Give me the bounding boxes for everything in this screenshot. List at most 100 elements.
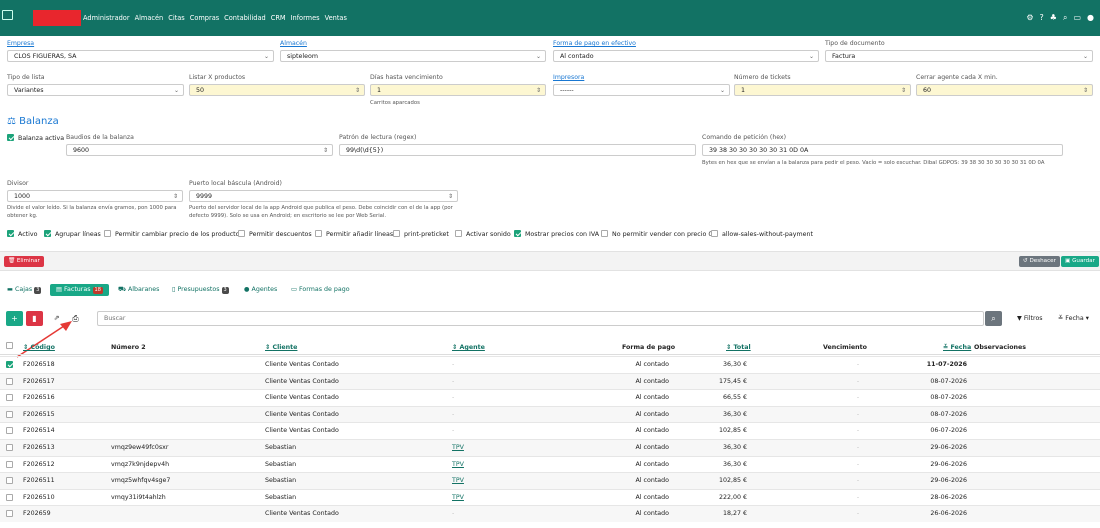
cell-agente[interactable]: TPV [452, 477, 464, 484]
almacen-label[interactable]: Almacén [280, 40, 307, 47]
header-codigo[interactable]: ⇕ Código [23, 344, 55, 351]
menu-item-contabilidad[interactable]: Contabilidad [224, 14, 266, 22]
option-activo[interactable]: Activo [7, 230, 37, 238]
search-button[interactable]: ⌕ [985, 311, 1002, 326]
row-checkbox[interactable] [6, 510, 13, 518]
impresora-select[interactable]: ------ ⌄ [553, 84, 730, 96]
option-allow-sales-without-payment[interactable]: allow-sales-without-payment [711, 230, 813, 238]
tipo-lista-select[interactable]: Variantes ⌄ [7, 84, 184, 96]
cell-codigo[interactable]: F2026510 [23, 494, 55, 501]
top-tools: ⚙ ? ♣ ⌕ ▭ ● [1026, 13, 1094, 23]
empresa-label[interactable]: Empresa [7, 40, 34, 47]
tipo-doc-select[interactable]: Factura ⌄ [825, 50, 1093, 62]
cerrar-input[interactable]: 60 ⇕ [916, 84, 1093, 96]
option-descuentos[interactable]: Permitir descuentos [238, 230, 312, 238]
tab-facturas[interactable]: ▤ Facturas 18 [50, 284, 109, 296]
empresa-select[interactable]: CLOS FIGUERAS, SA ⌄ [7, 50, 274, 62]
patron-input[interactable]: 99\d(\d{5}) [339, 144, 696, 156]
menu-item-administrador[interactable]: Administrador [83, 14, 130, 22]
menu-item-informes[interactable]: Informes [291, 14, 320, 22]
puerto-input[interactable]: 9999 ⇕ [189, 190, 458, 202]
tab-cajas[interactable]: ▬ Cajas 3 [7, 284, 42, 296]
table-row[interactable]: F2026517 Cliente Ventas Contado - Al contad… [0, 372, 1100, 390]
cell-agente[interactable]: TPV [452, 494, 464, 501]
apps-icon[interactable]: ♣ [1050, 13, 1057, 23]
menu-item-citas[interactable]: Citas [168, 14, 185, 22]
dias-input[interactable]: 1 ⇕ [370, 84, 546, 96]
row-checkbox[interactable] [6, 394, 13, 402]
option-cambiar-precio[interactable]: Permitir cambiar precio de los productos [104, 230, 243, 238]
table-row[interactable]: F2026510 vmqy31i9t4ahlzh Sebastian TPV Al co… [0, 488, 1100, 506]
menu-item-almacen[interactable]: Almacén [135, 14, 164, 22]
menu-item-compras[interactable]: Compras [190, 14, 219, 22]
header-cliente[interactable]: ⇕ Cliente [265, 344, 297, 351]
cell-codigo[interactable]: F2026515 [23, 411, 55, 418]
cell-agente[interactable]: TPV [452, 461, 464, 468]
delete-button[interactable]: 🗑 Eliminar [4, 256, 44, 267]
cell-codigo[interactable]: F2026517 [23, 378, 55, 385]
chat-icon[interactable]: ▭ [1073, 13, 1081, 23]
row-checkbox[interactable] [6, 410, 13, 418]
option-anadir-lineas[interactable]: Permitir añadir líneas [315, 230, 393, 238]
table-row[interactable]: F2026513 vmqz9ew49fc0sxr Sebastian TPV Al co… [0, 439, 1100, 456]
table-row[interactable]: F2026518 Cliente Ventas Contado - Al contad… [0, 356, 1100, 373]
option-activar-sonido[interactable]: Activar sonido [455, 230, 511, 238]
cell-codigo[interactable]: F2026514 [23, 427, 55, 434]
menu-item-ventas[interactable]: Ventas [325, 14, 347, 22]
cell-codigo[interactable]: F2026516 [23, 394, 55, 401]
table-row[interactable]: F2026516 Cliente Ventas Contado - Al contad… [0, 389, 1100, 406]
almacen-select[interactable]: sipteleom ⌄ [280, 50, 546, 62]
balanza-activa-checkbox[interactable]: Balanza activa [7, 134, 64, 142]
tab-formas-pago[interactable]: ▭ Formas de pago [291, 284, 350, 296]
cell-codigo[interactable]: F2026518 [23, 361, 55, 368]
undo-button[interactable]: ↺ Deshacer [1019, 256, 1060, 267]
divisor-input[interactable]: 1000 ⇕ [7, 190, 183, 202]
header-total[interactable]: ⇕ Total [726, 344, 751, 351]
row-checkbox[interactable] [6, 427, 13, 435]
baudios-input[interactable]: 9600 ⇕ [66, 144, 333, 156]
menu-item-crm[interactable]: CRM [271, 14, 286, 22]
row-checkbox[interactable] [6, 444, 13, 451]
option-no-precio-cero[interactable]: No permitir vender con precio 0 [601, 230, 712, 238]
forma-pago-select[interactable]: Al contado ⌄ [553, 50, 819, 62]
row-checkbox[interactable] [6, 477, 13, 485]
row-checkbox[interactable] [6, 493, 13, 501]
filters-button[interactable]: ▼ Filtros [1017, 315, 1043, 322]
save-button[interactable]: ▣ Guardar [1061, 256, 1099, 267]
app-logo-icon[interactable] [2, 10, 13, 20]
table-row[interactable]: F2026514 Cliente Ventas Contado - Al contad… [0, 422, 1100, 439]
row-checkbox[interactable] [6, 377, 13, 385]
impresora-label[interactable]: Impresora [553, 74, 584, 81]
help-icon[interactable]: ? [1040, 13, 1044, 23]
tab-albaranes[interactable]: ⛟ Albaranes [118, 284, 159, 296]
option-print-preticket[interactable]: print-preticket [393, 230, 449, 238]
header-agente[interactable]: ⇕ Agente [452, 344, 485, 351]
tickets-input[interactable]: 1 ⇕ [734, 84, 911, 96]
header-fecha[interactable]: ≚ Fecha [943, 344, 971, 351]
sort-button[interactable]: ≚ Fecha ▾ [1058, 315, 1089, 322]
row-checkbox[interactable] [6, 460, 13, 468]
cell-agente[interactable]: TPV [452, 444, 464, 451]
cell-codigo[interactable]: F2026512 [23, 461, 55, 468]
table-row[interactable]: F202659 Cliente Ventas Contado - Al contado… [0, 505, 1100, 522]
option-agrupar-lineas[interactable]: Agrupar líneas [44, 230, 101, 238]
search-input[interactable] [97, 311, 984, 326]
search-icon[interactable]: ⌕ [1063, 13, 1067, 23]
tab-agentes[interactable]: ● Agentes [244, 284, 277, 296]
user-icon[interactable]: ● [1087, 13, 1094, 23]
cell-codigo[interactable]: F202659 [23, 510, 51, 517]
forma-pago-label[interactable]: Forma de pago en efectivo [553, 40, 636, 47]
tab-presupuestos[interactable]: ▯ Presupuestos 3 [172, 284, 229, 296]
option-mostrar-iva[interactable]: Mostrar precios con IVA [514, 230, 599, 238]
cell-codigo[interactable]: F2026513 [23, 444, 55, 451]
select-all-checkbox[interactable] [6, 342, 13, 349]
comando-input[interactable]: 39 38 30 30 30 30 30 31 0D 0A [702, 144, 1063, 156]
table-row[interactable]: F2026512 vmqz7k9njdepv4h Sebastian TPV Al co… [0, 455, 1100, 473]
row-checkbox[interactable] [6, 361, 13, 368]
listar-input[interactable]: 50 ⇕ [189, 84, 365, 96]
settings-icon[interactable]: ⚙ [1026, 13, 1033, 23]
cell-codigo[interactable]: F2026511 [23, 477, 55, 484]
credit-card-icon: ▭ [291, 286, 297, 293]
table-row[interactable]: F2026511 vmqz5whfqv4sge7 Sebastian TPV Al co… [0, 472, 1100, 489]
table-row[interactable]: F2026515 Cliente Ventas Contado - Al contad… [0, 405, 1100, 423]
